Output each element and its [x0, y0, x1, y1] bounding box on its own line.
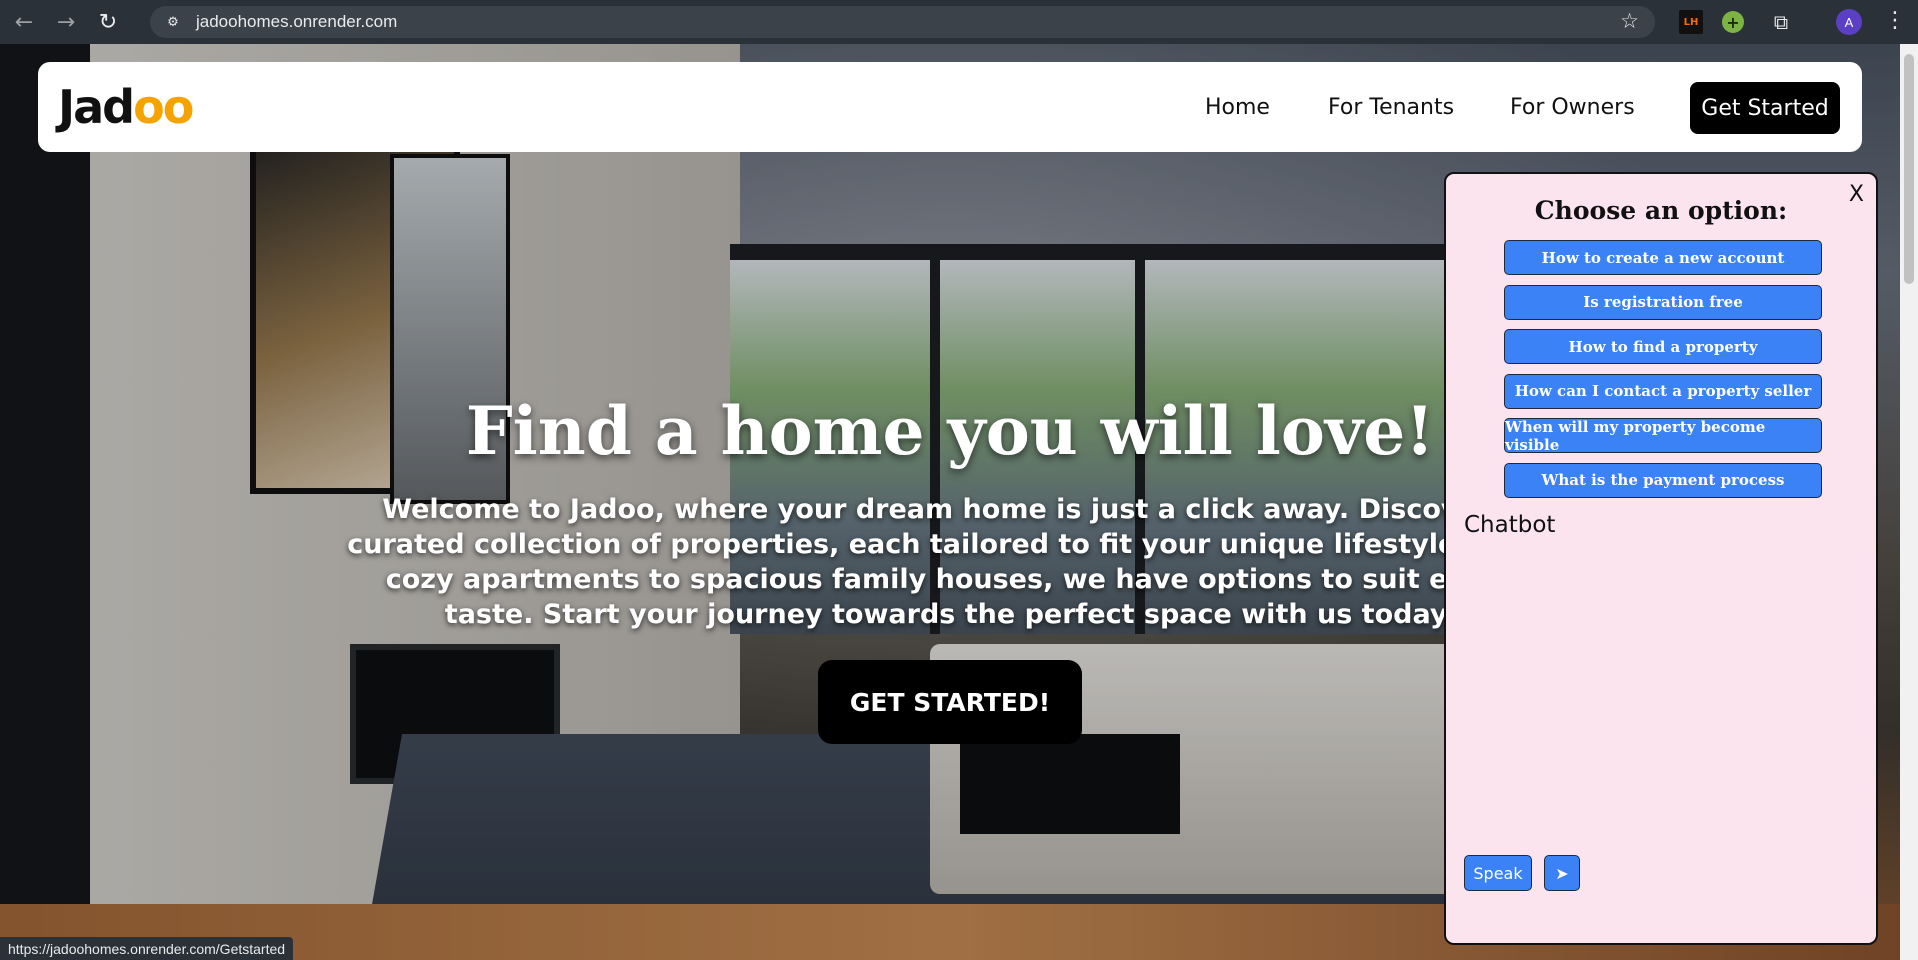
nav-tenants-link[interactable]: For Tenants — [1328, 95, 1454, 120]
url-text[interactable]: jadoohomes.onrender.com — [196, 12, 397, 32]
site-navbar: Jadoo Home For Tenants For Owners Get St… — [38, 62, 1862, 152]
chatbot-option-find-property[interactable]: How to find a property — [1504, 329, 1822, 365]
nav-owners-link[interactable]: For Owners — [1510, 95, 1635, 120]
send-icon[interactable]: ➤ — [1544, 855, 1580, 891]
chatbot-label: Chatbot — [1464, 512, 1556, 538]
extensions-puzzle-icon[interactable]: ⧉ — [1768, 10, 1794, 34]
reload-icon[interactable]: ↻ — [90, 4, 126, 40]
site-settings-icon[interactable]: ⚙ — [160, 9, 186, 35]
page-scrollbar[interactable] — [1900, 44, 1918, 960]
nav-home-link[interactable]: Home — [1205, 95, 1270, 120]
get-started-hero-button[interactable]: GET STARTED! — [818, 660, 1082, 744]
link-status-bar: https://jadoohomes.onrender.com/Getstart… — [0, 937, 294, 960]
chatbot-heading: Choose an option: — [1534, 196, 1788, 225]
chatbot-option-create-account[interactable]: How to create a new account — [1504, 240, 1822, 275]
logo-accent-text: oo — [133, 80, 194, 134]
back-icon[interactable]: ← — [6, 4, 42, 40]
chatbot-panel: X Choose an option: How to create a new … — [1444, 172, 1878, 945]
chatbot-option-contact-seller[interactable]: How can I contact a property seller — [1504, 373, 1822, 409]
browser-toolbar: ← → ↻ ⚙ jadoohomes.onrender.com ☆ LH + ⧉… — [0, 0, 1918, 44]
add-extension-icon[interactable]: + — [1722, 11, 1744, 33]
browser-menu-icon[interactable]: ⋮ — [1884, 8, 1906, 33]
get-started-nav-button[interactable]: Get Started — [1690, 82, 1840, 134]
lighthouse-extension-icon[interactable]: LH — [1679, 10, 1703, 34]
speak-button[interactable]: Speak — [1464, 855, 1532, 891]
chatbot-option-payment-process[interactable]: What is the payment process — [1504, 462, 1822, 498]
profile-avatar[interactable]: A — [1836, 9, 1862, 35]
chatbot-option-property-visible[interactable]: When will my property become visible — [1504, 418, 1822, 454]
hero-description: Welcome to Jadoo, where your dream home … — [347, 494, 1553, 630]
logo-text: Jad — [58, 80, 135, 134]
bookmark-star-icon[interactable]: ☆ — [1620, 9, 1639, 33]
chatbot-options-list: How to create a new account Is registrat… — [1504, 240, 1822, 508]
hero-title: Find a home you will love! — [465, 392, 1435, 470]
forward-icon[interactable]: → — [48, 4, 84, 40]
scrollbar-thumb[interactable] — [1904, 54, 1914, 284]
address-bar[interactable]: ⚙ jadoohomes.onrender.com ☆ — [150, 6, 1655, 38]
jadoo-logo[interactable]: Jadoo — [58, 80, 194, 134]
chatbot-option-registration-free[interactable]: Is registration free — [1504, 284, 1822, 320]
